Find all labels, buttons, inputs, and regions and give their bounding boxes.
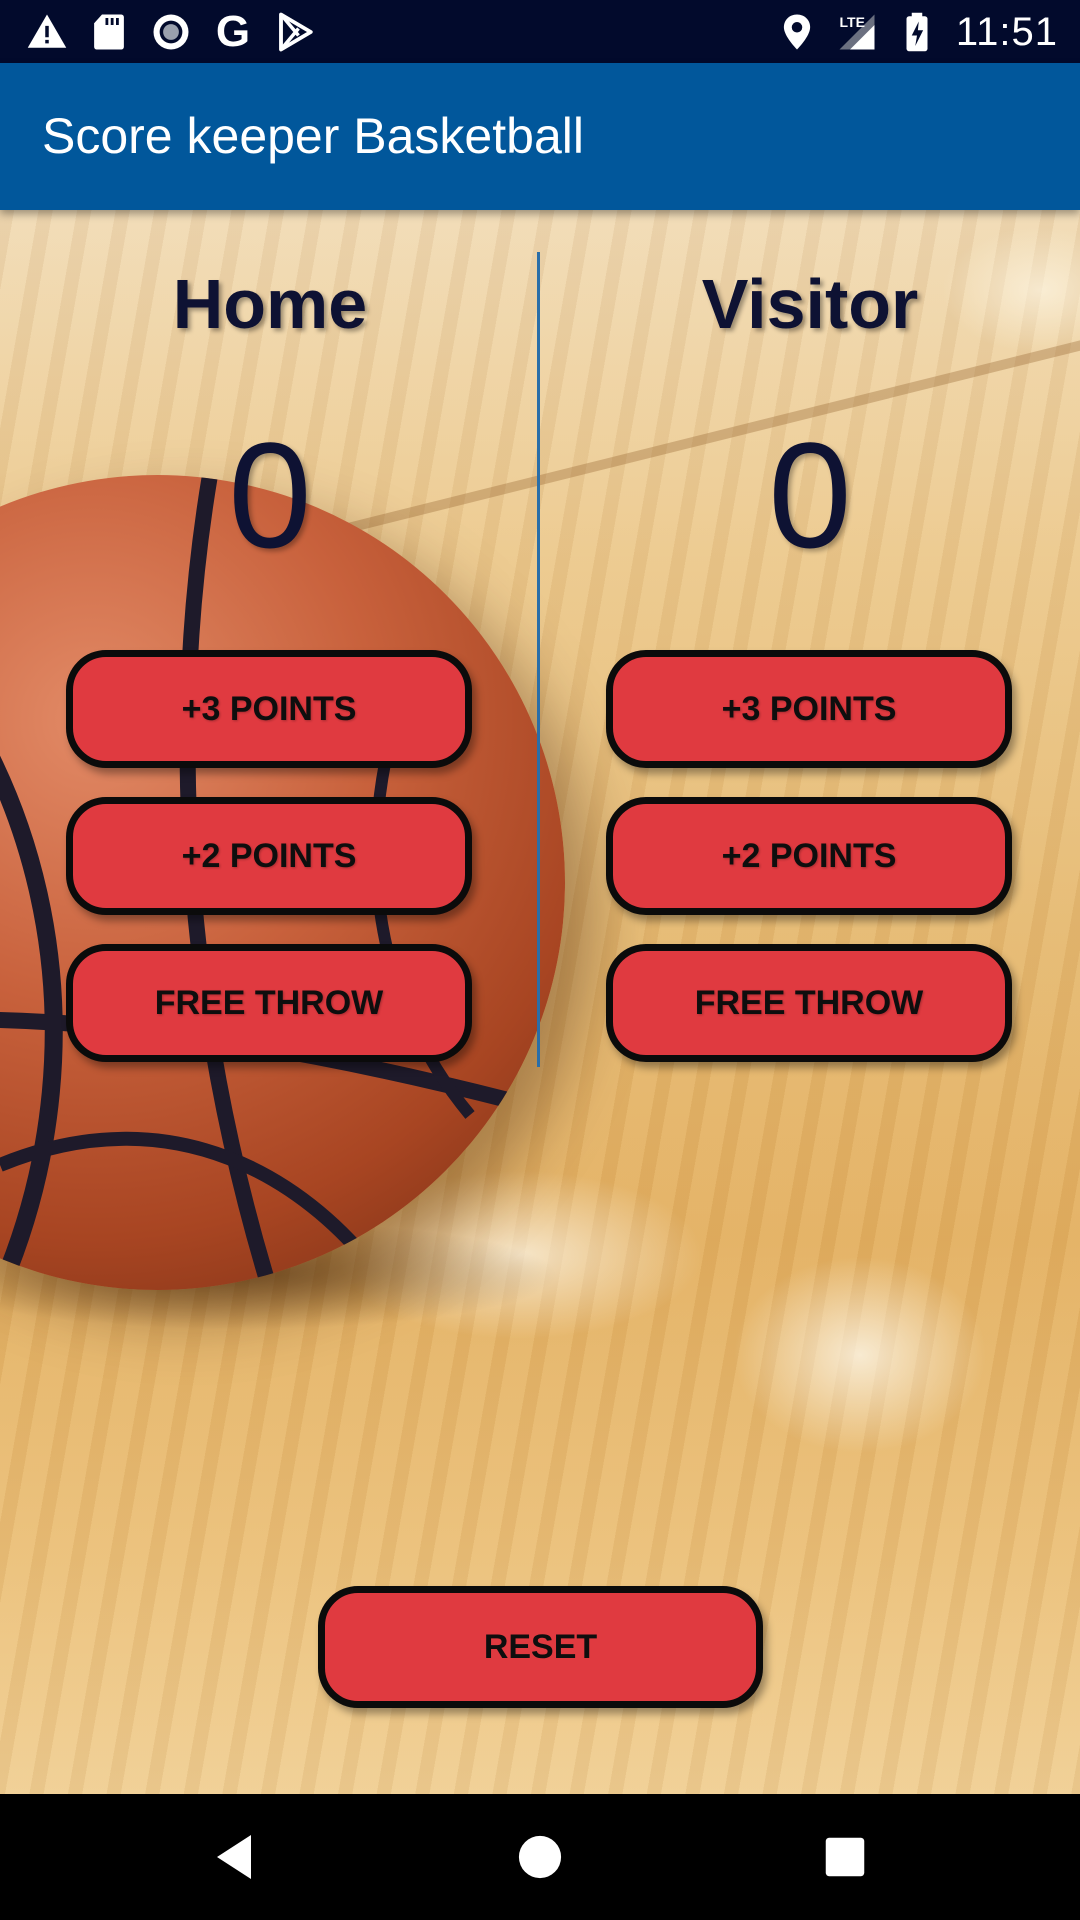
visitor-team-panel: Visitor 0 +3 POINTS +2 POINTS FREE THROW <box>540 210 1080 1794</box>
recents-square-icon[interactable] <box>810 1822 880 1892</box>
sd-card-icon <box>88 11 130 53</box>
play-store-icon <box>274 11 316 53</box>
visitor-free-throw-button[interactable]: FREE THROW <box>606 944 1012 1062</box>
home-plus-two-button[interactable]: +2 POINTS <box>66 797 472 915</box>
circle-record-icon <box>150 11 192 53</box>
clock: 11:51 <box>955 9 1058 54</box>
signal-icon: LTE <box>836 11 878 53</box>
navigation-bar <box>0 1794 1080 1920</box>
location-pin-icon <box>776 11 818 53</box>
visitor-team-label: Visitor <box>701 265 919 343</box>
reset-button[interactable]: RESET <box>318 1586 763 1708</box>
status-bar: G LTE 11:51 <box>0 0 1080 63</box>
network-type-label: LTE <box>839 14 864 30</box>
home-plus-three-button[interactable]: +3 POINTS <box>66 650 472 768</box>
home-circle-icon[interactable] <box>505 1822 575 1892</box>
visitor-score: 0 <box>768 411 852 579</box>
home-team-panel: Home 0 +3 POINTS +2 POINTS FREE THROW <box>0 210 540 1794</box>
google-icon: G <box>215 7 251 56</box>
home-team-label: Home <box>172 265 368 343</box>
status-bar-system: LTE 11:51 <box>776 10 1058 54</box>
status-bar-notifications: G <box>26 10 316 54</box>
warning-icon <box>26 11 68 53</box>
app-bar: Score keeper Basketball <box>0 63 1080 210</box>
app-title: Score keeper Basketball <box>42 108 584 164</box>
battery-charging-icon <box>896 11 938 53</box>
visitor-plus-three-button[interactable]: +3 POINTS <box>606 650 1012 768</box>
home-free-throw-button[interactable]: FREE THROW <box>66 944 472 1062</box>
home-score: 0 <box>228 411 312 579</box>
visitor-plus-two-button[interactable]: +2 POINTS <box>606 797 1012 915</box>
back-icon[interactable] <box>200 1822 270 1892</box>
